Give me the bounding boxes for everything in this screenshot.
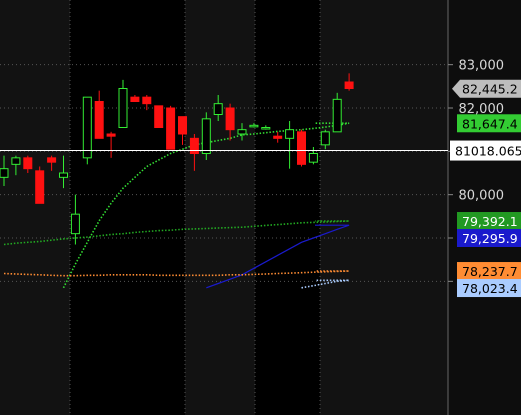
candle-body-up [0, 168, 9, 178]
candle[interactable] [82, 96, 92, 165]
candle-body-up [261, 127, 271, 130]
candle-body-up [320, 131, 330, 146]
price-badge-label: 79,392.1 [462, 214, 518, 229]
price-badge: 79,392.1 [457, 212, 521, 231]
price-badge: 78,023.4 [457, 279, 521, 298]
candle-body-down [189, 137, 199, 154]
price-badge: 81,647.4 [457, 114, 521, 133]
candle-body-down [130, 96, 140, 102]
candle[interactable] [154, 105, 164, 129]
price-chart[interactable]: 83,00082,00081,00080,00079,00078,000 810… [0, 0, 521, 415]
price-badge: 82,445.2 [452, 79, 521, 98]
candle[interactable] [297, 129, 306, 167]
price-badge-label: 79,295.9 [462, 231, 518, 246]
candle-body-up [11, 157, 21, 165]
session-band [0, 0, 70, 415]
price-badge: 79,295.9 [457, 229, 521, 248]
price-badge: 78,237.7 [457, 262, 521, 281]
candle-body-down [225, 107, 235, 131]
candle-body-down [94, 101, 104, 139]
candle-body-up [332, 98, 342, 133]
price-tick-label: 80,000 [459, 189, 505, 204]
candle-body-up [82, 96, 92, 159]
session-band [185, 0, 255, 415]
candle[interactable] [35, 166, 45, 204]
price-badge-label: 78,237.7 [462, 264, 518, 279]
candle-body-down [35, 170, 45, 204]
candle[interactable] [201, 112, 211, 160]
candle-body-up [308, 153, 318, 163]
crosshair-label: 81018.065 [455, 144, 521, 159]
candle-body-up [201, 118, 211, 155]
candle-body-down [344, 81, 354, 89]
candle-body-down [106, 133, 116, 137]
candle-body-up [59, 172, 68, 178]
price-badge-label: 78,023.4 [462, 281, 518, 296]
candle-body-down [297, 131, 306, 165]
candle-body-up [249, 124, 259, 128]
candle-body-down [23, 157, 33, 170]
price-badge-label: 82,445.2 [462, 82, 518, 97]
session-bands [0, 0, 448, 415]
session-band [320, 0, 448, 415]
candle-body-down [142, 96, 152, 105]
price-badge-label: 81,647.4 [462, 116, 518, 131]
candle-body-up [118, 88, 128, 128]
candle-body-up [285, 129, 295, 139]
candle-body-down [166, 107, 176, 150]
candle-body-down [178, 116, 187, 135]
price-tick-label: 83,000 [459, 59, 505, 74]
candle-body-down [154, 105, 164, 129]
candle-body-down [273, 135, 283, 139]
candle-body-up [237, 129, 247, 135]
candle-body-up [213, 103, 223, 115]
candle-body-up [70, 213, 80, 235]
candle[interactable] [166, 105, 176, 150]
candle-body-down [47, 157, 57, 163]
